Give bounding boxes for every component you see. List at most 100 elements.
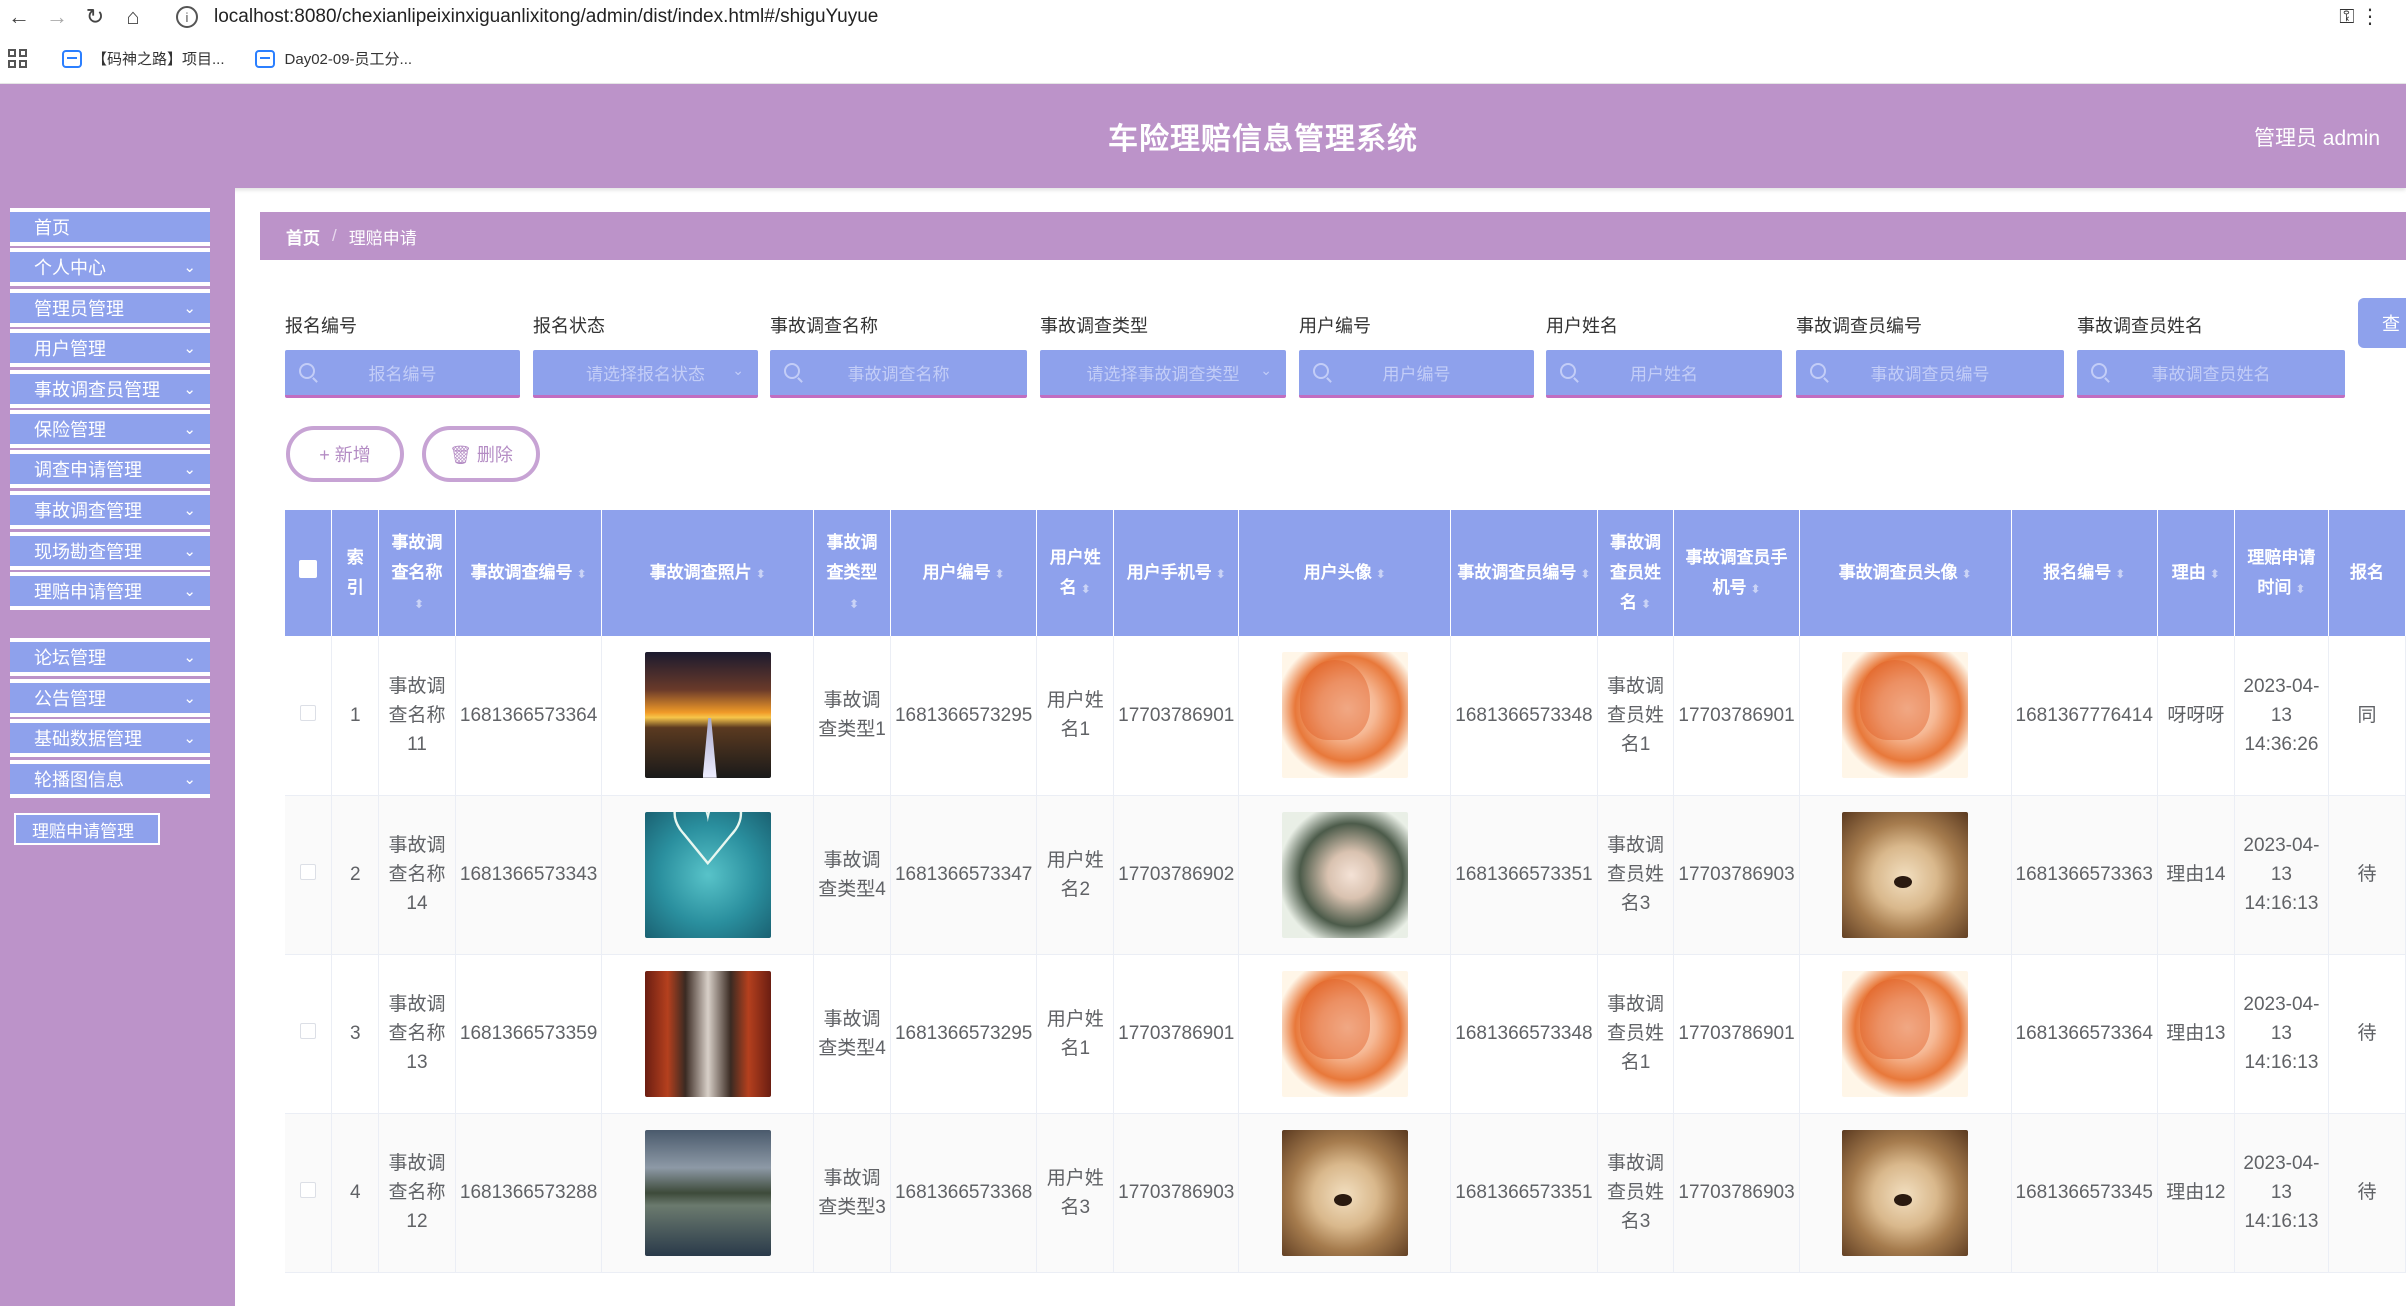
accident-photo-image[interactable] [644, 652, 771, 779]
address-bar[interactable]: i localhost:8080/chexianlipeixinxiguanli… [176, 2, 2336, 32]
sidebar-item[interactable]: 现场勘查管理 ⌄ [10, 532, 210, 570]
accident-photo-image[interactable] [644, 811, 771, 938]
sort-icon[interactable]: ⬍ [2210, 567, 2220, 581]
column-header[interactable]: 事故调查名称 ⬍ [378, 510, 456, 636]
column-header[interactable]: 索引 [331, 510, 380, 636]
back-icon[interactable]: ← [0, 0, 38, 34]
avatar-image[interactable] [1281, 1129, 1408, 1256]
avatar-image[interactable] [1842, 1129, 1969, 1256]
sidebar-item[interactable]: 事故调查管理 ⌄ [10, 491, 210, 529]
filter-select[interactable]: 请选择报名状态 ⌄ [533, 350, 758, 398]
avatar-image[interactable] [1842, 652, 1969, 779]
column-header[interactable]: 事故调查类型 ⬍ [813, 510, 891, 636]
accident-photo-image[interactable] [644, 1129, 771, 1256]
filter-input[interactable]: 事故调查员编号 [1796, 350, 2064, 398]
sort-icon[interactable]: ⬍ [849, 597, 859, 611]
filter-input[interactable]: 事故调查员姓名 [2077, 350, 2345, 398]
table-row[interactable]: 4 事故调查名称12 1681366573288 事故调查类型3 16813665733… [285, 1113, 2406, 1273]
column-header[interactable]: 用户姓名 ⬍ [1036, 510, 1115, 636]
bookmark-2[interactable]: Day02-09-员工分... [254, 48, 412, 69]
accident-photo-image[interactable] [644, 970, 771, 1097]
sidebar-item[interactable]: 事故调查员管理 ⌄ [10, 370, 210, 408]
breadcrumb-home[interactable]: 首页 [286, 224, 320, 249]
row-checkbox[interactable] [300, 1023, 317, 1039]
filter-input[interactable]: 用户姓名 [1546, 350, 1782, 398]
column-header[interactable]: 事故调查照片 ⬍ [601, 510, 815, 636]
avatar-image[interactable] [1281, 970, 1408, 1097]
column-header[interactable]: 事故调查员头像 ⬍ [1799, 510, 2012, 636]
sidebar-item[interactable]: 理赔申请管理 ⌄ [10, 572, 210, 610]
cell-code: 1681366573364 [455, 636, 603, 796]
sidebar-item[interactable]: 个人中心 ⌄ [10, 248, 210, 286]
row-checkbox[interactable] [300, 704, 317, 721]
sidebar-item[interactable]: 首页 [10, 208, 210, 246]
filter-input[interactable]: 报名编号 [285, 350, 520, 398]
sidebar-item[interactable]: 用户管理 ⌄ [10, 329, 210, 367]
sidebar-item[interactable]: 基础数据管理 ⌄ [10, 719, 210, 757]
sidebar-item[interactable]: 公告管理 ⌄ [10, 679, 210, 717]
table-row[interactable]: 2事故调查名称141681366573343事故调查类型416813665733… [285, 795, 2406, 955]
avatar-image[interactable] [1281, 652, 1408, 779]
filter-select[interactable]: 请选择事故调查类型 ⌄ [1040, 350, 1286, 398]
row-checkbox[interactable] [300, 864, 317, 880]
bookmark-1[interactable]: 【码神之路】项目... [62, 48, 225, 69]
sort-icon[interactable]: ⬍ [1751, 582, 1761, 596]
column-header-label: 用户手机号 [1126, 562, 1212, 582]
cell-status: 待 [2328, 1113, 2406, 1273]
breadcrumb-current: 理赔申请 [348, 228, 417, 248]
sort-icon[interactable]: ⬍ [1081, 582, 1091, 596]
key-icon[interactable]: ⚿ ⋮ [2339, 4, 2380, 29]
sidebar-item[interactable]: 轮播图信息 ⌄ [10, 760, 210, 798]
sort-icon[interactable]: ⬍ [995, 567, 1005, 581]
sidebar-item[interactable]: 论坛管理 ⌄ [10, 638, 210, 676]
sort-icon[interactable]: ⬍ [1216, 567, 1226, 581]
filter-input[interactable]: 用户编号 [1299, 350, 1534, 398]
sort-icon[interactable]: ⬍ [1376, 567, 1386, 581]
sort-icon[interactable]: ⬍ [756, 567, 766, 581]
column-header[interactable]: 报名编号 ⬍ [2011, 510, 2158, 636]
column-header-label: 报名编号 [2043, 562, 2112, 582]
column-header[interactable]: 用户手机号 ⬍ [1113, 510, 1240, 636]
filter-input[interactable]: 事故调查名称 [770, 350, 1027, 398]
sort-icon[interactable]: ⬍ [1641, 597, 1651, 611]
avatar-image[interactable] [1281, 811, 1408, 938]
column-header[interactable]: 事故调查编号 ⬍ [455, 510, 603, 636]
table-row[interactable]: 1 事故调查名称11 1681366573364 事故调查类型1 16813665732… [285, 636, 2406, 796]
sort-icon[interactable]: ⬍ [2115, 567, 2125, 581]
column-header[interactable]: 事故调查员姓名 ⬍ [1597, 510, 1675, 636]
column-header[interactable]: 事故调查员编号 ⬍ [1450, 510, 1598, 636]
column-header[interactable]: 用户头像 ⬍ [1238, 510, 1452, 636]
column-header[interactable] [285, 510, 333, 636]
sidebar-item[interactable]: 管理员管理 ⌄ [10, 289, 210, 327]
sidebar-item-label: 个人中心 [34, 258, 106, 278]
add-button[interactable]: + 新增 [286, 426, 404, 482]
avatar-image[interactable] [1842, 970, 1969, 1097]
sort-icon[interactable]: ⬍ [1580, 567, 1590, 581]
column-header[interactable]: 用户编号 ⬍ [890, 510, 1038, 636]
site-info-icon[interactable]: i [176, 6, 198, 28]
sort-icon[interactable]: ⬍ [2295, 582, 2305, 596]
avatar-image[interactable] [1842, 811, 1969, 938]
column-header[interactable]: 报名 [2328, 510, 2406, 636]
row-checkbox[interactable] [300, 1182, 317, 1198]
column-header[interactable]: 事故调查员手机号 ⬍ [1673, 510, 1800, 636]
column-header[interactable]: 理由 ⬍ [2157, 510, 2235, 636]
reload-icon[interactable]: ↻ [76, 0, 114, 34]
sidebar-item[interactable]: 保险管理 ⌄ [10, 410, 210, 448]
delete-button[interactable]: 🗑 删除 [422, 426, 540, 482]
home-icon[interactable]: ⌂ [114, 0, 152, 34]
sort-icon[interactable]: ⬍ [577, 567, 587, 581]
sidebar-subitem-active[interactable]: 理赔申请管理 [14, 813, 160, 845]
cell-status: 同 [2328, 636, 2406, 796]
sort-icon[interactable]: ⬍ [414, 597, 424, 611]
column-header[interactable]: 理赔申请时间 ⬍ [2234, 510, 2330, 636]
sidebar-item-label: 论坛管理 [34, 648, 106, 668]
user-label[interactable]: 管理员 admin [2254, 122, 2380, 152]
select-all-checkbox[interactable] [299, 560, 318, 578]
table-row[interactable]: 3 事故调查名称13 1681366573359 事故调查类型4 16813665732… [285, 954, 2406, 1114]
apps-grid-icon[interactable] [8, 48, 28, 69]
forward-icon[interactable]: → [38, 0, 76, 34]
search-button[interactable]: 查 [2358, 298, 2406, 348]
sort-icon[interactable]: ⬍ [1962, 567, 1972, 581]
sidebar-item[interactable]: 调查申请管理 ⌄ [10, 450, 210, 488]
